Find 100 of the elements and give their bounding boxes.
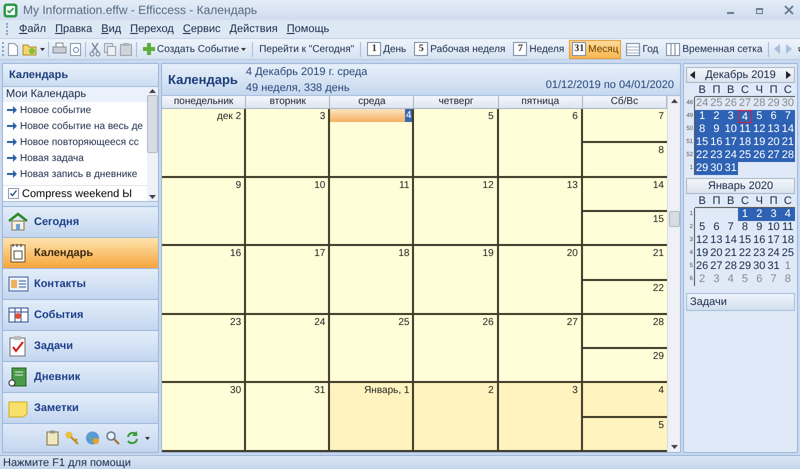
day-number[interactable]: 7: [724, 221, 738, 234]
action-link[interactable]: Новая запись в дневнике: [20, 168, 138, 180]
day-number[interactable]: 11: [738, 123, 752, 136]
day-number[interactable]: 17: [766, 234, 781, 247]
day-number[interactable]: 14: [780, 123, 795, 136]
scroll-thumb[interactable]: [147, 95, 158, 153]
view-tab[interactable]: 5 Рабочая неделя: [411, 40, 508, 58]
caret-icon[interactable]: [145, 436, 150, 440]
day-number[interactable]: 23: [752, 247, 766, 260]
day-number[interactable]: 30: [709, 162, 724, 175]
day-cell[interactable]: 20: [498, 246, 583, 315]
day-number[interactable]: 9: [709, 123, 724, 136]
day-number[interactable]: 21: [724, 247, 738, 260]
day-number[interactable]: 25: [738, 149, 752, 162]
day-cell[interactable]: 23: [162, 314, 246, 384]
menu-item[interactable]: Сервис: [182, 23, 221, 35]
day-number[interactable]: 10: [766, 221, 781, 234]
close-icon[interactable]: [784, 5, 794, 15]
day-cell[interactable]: 7: [582, 109, 667, 142]
day-cell[interactable]: 10: [246, 178, 330, 246]
action-link[interactable]: Новое событие на весь де: [20, 120, 143, 132]
day-number[interactable]: 17: [724, 136, 738, 149]
day-number[interactable]: 28: [724, 260, 738, 273]
scroll-down-icon[interactable]: [670, 445, 678, 449]
day-cell[interactable]: 28: [582, 314, 667, 348]
day-cell[interactable]: 2: [414, 383, 499, 452]
day-number[interactable]: 6: [766, 110, 781, 123]
day-cell[interactable]: 8: [582, 141, 667, 176]
day-number[interactable]: 31: [766, 260, 781, 273]
scrollbar[interactable]: [667, 96, 680, 452]
day-cell[interactable]: 17: [246, 246, 330, 315]
day-number[interactable]: 20: [766, 136, 781, 149]
checkbox[interactable]: [8, 188, 19, 199]
day-cell[interactable]: 3: [246, 109, 330, 178]
scroll-down-icon[interactable]: [149, 195, 156, 199]
day-cell[interactable]: 24: [246, 314, 330, 384]
previous-month-icon[interactable]: [690, 71, 695, 79]
day-number[interactable]: 14: [724, 234, 738, 247]
nav-button[interactable]: Сегодня: [3, 206, 158, 237]
caret-icon[interactable]: [40, 48, 45, 50]
view-tab[interactable]: 31 Месяц: [569, 40, 622, 58]
globe-icon[interactable]: [85, 430, 100, 446]
day-number[interactable]: 13: [709, 234, 724, 247]
scrollbar[interactable]: [147, 87, 158, 201]
nav-button[interactable]: Задачи: [3, 330, 158, 361]
menu-item[interactable]: Файл: [19, 23, 46, 35]
day-number[interactable]: 18: [738, 136, 752, 149]
day-number[interactable]: 15: [695, 136, 710, 149]
day-cell[interactable]: 18: [330, 246, 414, 315]
nav-button[interactable]: Календарь: [3, 237, 158, 268]
day-cell[interactable]: 11: [330, 178, 414, 246]
day-number[interactable]: 8: [738, 221, 752, 234]
menu-item[interactable]: Помощь: [286, 23, 330, 35]
day-number[interactable]: 9: [752, 221, 766, 234]
day-number[interactable]: 7: [780, 110, 795, 123]
day-number[interactable]: 26: [752, 149, 766, 162]
day-number[interactable]: 24: [766, 247, 781, 260]
day-number[interactable]: 22: [695, 149, 710, 162]
day-number[interactable]: 15: [738, 234, 752, 247]
day-cell[interactable]: 30: [162, 383, 246, 452]
day-number[interactable]: 16: [709, 136, 724, 149]
day-cell[interactable]: 6: [498, 109, 583, 178]
day-cell[interactable]: 5: [414, 109, 499, 178]
day-number[interactable]: 5: [752, 110, 766, 123]
day-number[interactable]: 26: [695, 260, 710, 273]
day-number[interactable]: 28: [780, 149, 795, 162]
day-cell[interactable]: Январь, 1: [330, 383, 414, 452]
menu-item[interactable]: Вид: [101, 23, 122, 35]
day-number[interactable]: 1: [738, 208, 752, 221]
day-number[interactable]: 30: [752, 260, 766, 273]
view-tab[interactable]: Год: [623, 40, 662, 58]
day-cell[interactable]: 25: [330, 314, 414, 384]
nav-button[interactable]: Заметки: [3, 392, 158, 423]
day-number[interactable]: 11: [780, 221, 795, 234]
day-cell[interactable]: 29: [582, 347, 667, 382]
nav-button[interactable]: Дневник: [3, 361, 158, 392]
day-number[interactable]: 27: [709, 260, 724, 273]
action-link[interactable]: Новая задача: [20, 152, 84, 164]
scissors-icon[interactable]: [89, 42, 101, 56]
day-number[interactable]: 27: [766, 149, 781, 162]
day-cell[interactable]: 5: [582, 416, 667, 450]
printer-icon[interactable]: [52, 42, 67, 56]
scroll-thumb[interactable]: [668, 211, 680, 227]
scroll-up-icon[interactable]: [149, 89, 156, 93]
day-number[interactable]: 16: [752, 234, 766, 247]
day-number[interactable]: 21: [780, 136, 795, 149]
day-number[interactable]: 29: [695, 162, 710, 175]
day-cell[interactable]: 19: [414, 246, 499, 315]
day-number[interactable]: 2: [709, 110, 724, 123]
paste-icon[interactable]: [119, 42, 133, 56]
day-cell[interactable]: 14: [582, 178, 667, 210]
day-cell[interactable]: 15: [582, 210, 667, 244]
view-tab[interactable]: 7 Неделя: [510, 40, 568, 58]
search-icon[interactable]: [105, 430, 120, 446]
clipboard-icon[interactable]: [45, 430, 60, 446]
menu-item[interactable]: Правка: [55, 23, 92, 35]
day-number[interactable]: 13: [766, 123, 781, 136]
day-cell[interactable]: дек 2: [162, 109, 246, 178]
day-number[interactable]: 2: [752, 208, 766, 221]
scroll-up-icon[interactable]: [670, 99, 678, 103]
